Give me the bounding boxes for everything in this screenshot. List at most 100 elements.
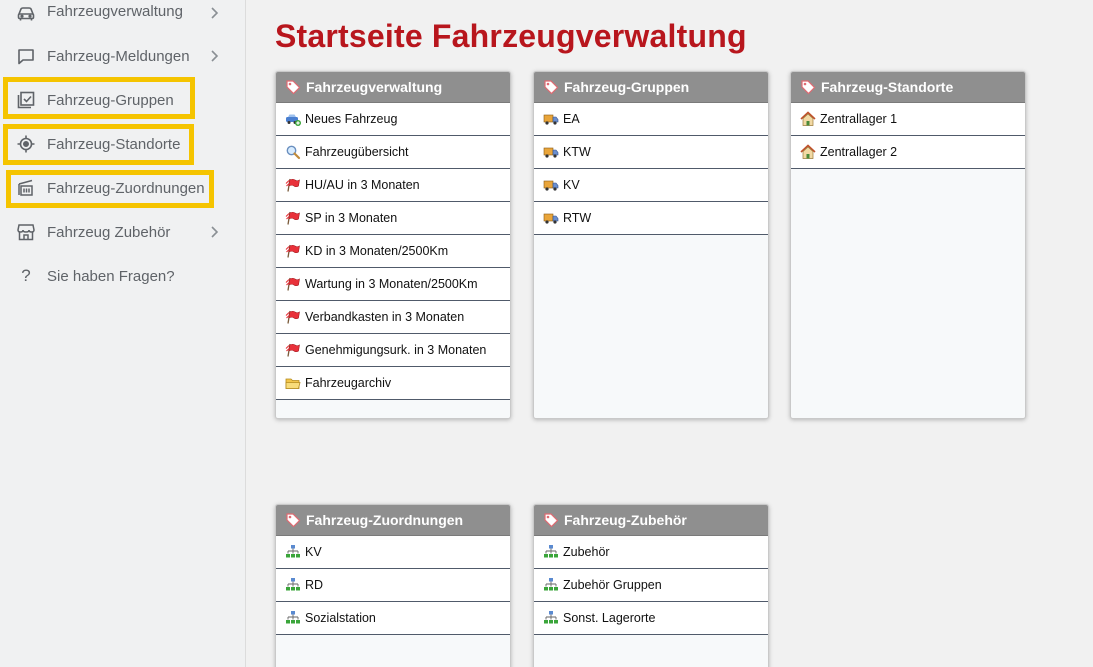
new-vehicle-icon xyxy=(285,111,301,127)
card-row-zentrallager-1[interactable]: Zentrallager 1 xyxy=(791,103,1025,136)
row-label: RD xyxy=(305,578,324,592)
chevron-right-icon xyxy=(207,224,221,240)
card-row-hu-au[interactable]: HU/AU in 3 Monaten xyxy=(276,169,510,202)
row-label: Sonst. Lagerorte xyxy=(563,611,656,625)
card-row-genehmigungsurk[interactable]: Genehmigungsurk. in 3 Monaten xyxy=(276,334,510,367)
hierarchy-icon xyxy=(285,610,301,626)
card-fahrzeug-gruppen: Fahrzeug-Gruppen EA KTW KV RTW xyxy=(533,71,769,419)
card-fahrzeugverwaltung: Fahrzeugverwaltung Neues Fahrzeug Fahrze… xyxy=(275,71,511,419)
assignment-icon xyxy=(16,178,36,198)
chevron-right-icon xyxy=(207,5,221,21)
hierarchy-icon xyxy=(285,577,301,593)
tag-icon xyxy=(543,512,559,528)
sidebar-item-label: Fahrzeug-Gruppen xyxy=(47,92,174,109)
row-label: Fahrzeugarchiv xyxy=(305,376,392,390)
card-title: Fahrzeugverwaltung xyxy=(306,79,443,95)
row-label: Neues Fahrzeug xyxy=(305,112,398,126)
row-label: HU/AU in 3 Monaten xyxy=(305,178,420,192)
sidebar-item-fahrzeugverwaltung[interactable]: Fahrzeugverwaltung xyxy=(0,0,246,35)
sidebar-item-fragen[interactable]: ? Sie haben Fragen? xyxy=(0,254,246,298)
card-row-fahrzeuguebersicht[interactable]: Fahrzeugübersicht xyxy=(276,136,510,169)
row-label: KTW xyxy=(563,145,591,159)
question-icon: ? xyxy=(21,266,31,285)
card-fahrzeug-zubehoer: Fahrzeug-Zubehör Zubehör Zubehör Gruppen… xyxy=(533,504,769,667)
hierarchy-icon xyxy=(543,577,559,593)
card-header: Fahrzeug-Zuordnungen xyxy=(276,505,510,536)
row-label: KD in 3 Monaten/2500Km xyxy=(305,244,449,258)
row-label: Zentrallager 2 xyxy=(820,145,898,159)
card-row-verbandkasten[interactable]: Verbandkasten in 3 Monaten xyxy=(276,301,510,334)
red-flag-icon xyxy=(285,276,301,292)
row-label: Zubehör xyxy=(563,545,610,559)
card-fahrzeug-zuordnungen: Fahrzeug-Zuordnungen KV RD Sozialstation xyxy=(275,504,511,667)
sidebar-item-label: Fahrzeug-Meldungen xyxy=(47,48,190,65)
row-label: Zubehör Gruppen xyxy=(563,578,662,592)
sidebar-item-label: Fahrzeugverwaltung xyxy=(47,3,183,20)
truck-icon xyxy=(543,177,559,193)
truck-icon xyxy=(543,144,559,160)
row-label: Wartung in 3 Monaten/2500Km xyxy=(305,277,478,291)
red-flag-icon xyxy=(285,210,301,226)
sidebar-item-label: Fahrzeug Zubehör xyxy=(47,224,171,241)
folder-icon xyxy=(285,375,301,391)
row-label: KV xyxy=(563,178,580,192)
car-icon xyxy=(16,3,36,23)
card-row-rd[interactable]: RD xyxy=(276,569,510,602)
sidebar-item-label: Fahrzeug-Zuordnungen xyxy=(47,180,205,197)
house-icon xyxy=(800,111,816,127)
card-row-zubehoer-gruppen[interactable]: Zubehör Gruppen xyxy=(534,569,768,602)
card-header: Fahrzeug-Zubehör xyxy=(534,505,768,536)
checked-image-icon xyxy=(16,90,36,110)
message-icon xyxy=(16,46,36,66)
sidebar-item-fahrzeug-gruppen[interactable]: Fahrzeug-Gruppen xyxy=(0,78,246,122)
card-row-sozialstation[interactable]: Sozialstation xyxy=(276,602,510,635)
card-header: Fahrzeug-Standorte xyxy=(791,72,1025,103)
card-row-ktw[interactable]: KTW xyxy=(534,136,768,169)
card-row-rtw[interactable]: RTW xyxy=(534,202,768,235)
red-flag-icon xyxy=(285,309,301,325)
card-row-neues-fahrzeug[interactable]: Neues Fahrzeug xyxy=(276,103,510,136)
sidebar-item-fahrzeug-zuordnungen[interactable]: Fahrzeug-Zuordnungen xyxy=(0,166,246,210)
card-header: Fahrzeug-Gruppen xyxy=(534,72,768,103)
row-label: KV xyxy=(305,545,322,559)
card-row-wartung[interactable]: Wartung in 3 Monaten/2500Km xyxy=(276,268,510,301)
hierarchy-icon xyxy=(543,544,559,560)
card-fahrzeug-standorte: Fahrzeug-Standorte Zentrallager 1 Zentra… xyxy=(790,71,1026,419)
card-row-kv[interactable]: KV xyxy=(276,536,510,569)
tag-icon xyxy=(543,79,559,95)
card-row-kv[interactable]: KV xyxy=(534,169,768,202)
main-content: Startseite Fahrzeugverwaltung Fahrzeugve… xyxy=(247,0,1093,667)
house-icon xyxy=(800,144,816,160)
sidebar-item-fahrzeug-zubehoer[interactable]: Fahrzeug Zubehör xyxy=(0,210,246,254)
card-row-sonst-lagerorte[interactable]: Sonst. Lagerorte xyxy=(534,602,768,635)
card-row-kd[interactable]: KD in 3 Monaten/2500Km xyxy=(276,235,510,268)
card-row-ea[interactable]: EA xyxy=(534,103,768,136)
row-label: Zentrallager 1 xyxy=(820,112,898,126)
row-label: Genehmigungsurk. in 3 Monaten xyxy=(305,343,487,357)
row-label: EA xyxy=(563,112,580,126)
truck-icon xyxy=(543,210,559,226)
row-label: RTW xyxy=(563,211,592,225)
store-icon xyxy=(16,222,36,242)
chevron-right-icon xyxy=(207,48,221,64)
tag-icon xyxy=(285,512,301,528)
card-title: Fahrzeug-Standorte xyxy=(821,79,954,95)
sidebar-item-fahrzeug-meldungen[interactable]: Fahrzeug-Meldungen xyxy=(0,34,246,78)
tag-icon xyxy=(285,79,301,95)
card-row-zentrallager-2[interactable]: Zentrallager 2 xyxy=(791,136,1025,169)
sidebar-item-label: Sie haben Fragen? xyxy=(47,268,175,285)
red-flag-icon xyxy=(285,243,301,259)
card-header: Fahrzeugverwaltung xyxy=(276,72,510,103)
row-label: Fahrzeugübersicht xyxy=(305,145,409,159)
target-location-icon xyxy=(16,134,36,154)
hierarchy-icon xyxy=(543,610,559,626)
card-row-zubehoer[interactable]: Zubehör xyxy=(534,536,768,569)
sidebar: Fahrzeugverwaltung Fahrzeug-Meldungen Fa… xyxy=(0,0,246,667)
card-row-sp[interactable]: SP in 3 Monaten xyxy=(276,202,510,235)
sidebar-item-fahrzeug-standorte[interactable]: Fahrzeug-Standorte xyxy=(0,122,246,166)
card-title: Fahrzeug-Gruppen xyxy=(564,79,690,95)
sidebar-item-label: Fahrzeug-Standorte xyxy=(47,136,181,153)
page-title: Startseite Fahrzeugverwaltung xyxy=(275,18,747,54)
card-title: Fahrzeug-Zubehör xyxy=(564,512,687,528)
card-row-fahrzeugarchiv[interactable]: Fahrzeugarchiv xyxy=(276,367,510,400)
